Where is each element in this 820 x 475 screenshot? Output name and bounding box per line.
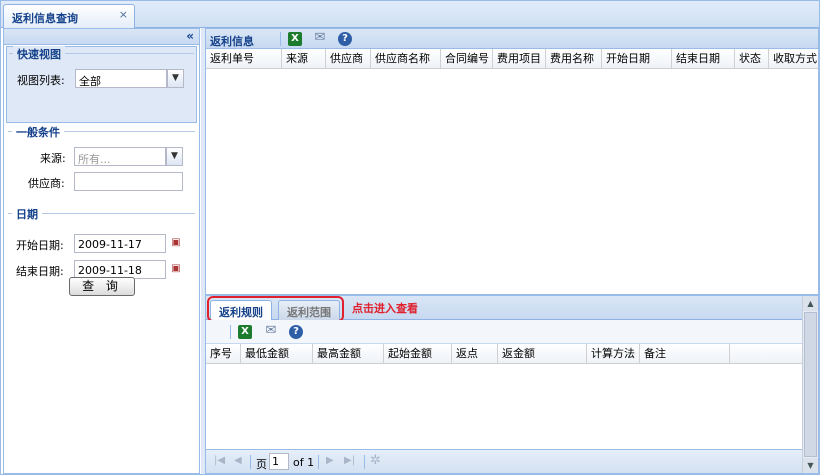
tab-rebate-query-label: 返利信息查询	[12, 12, 78, 25]
supplier-input[interactable]	[74, 172, 183, 191]
chevron-down-icon[interactable]: ▼	[167, 69, 184, 88]
quick-view-fieldset: 快速视图 视图列表: 全部 ▼	[6, 46, 197, 123]
general-conditions-legend: 一般条件	[12, 124, 64, 140]
paging-toolbar: |◀ ◀ 页 1 of 1 ▶ ▶| ✲	[206, 449, 802, 473]
tab-strip: 返利信息查询 ×	[1, 1, 819, 28]
source-label: 来源:	[40, 152, 66, 165]
chevron-down-icon[interactable]: ▼	[166, 147, 183, 166]
column-header[interactable]: 返利单号	[206, 49, 282, 69]
start-date-input[interactable]: 2009-11-17	[74, 234, 166, 253]
page-label: 页	[256, 458, 267, 471]
view-list-select[interactable]: 全部	[75, 69, 167, 88]
general-conditions-fieldset: 一般条件 来源: 所有... ▼ 供应商:	[6, 124, 197, 205]
column-header[interactable]: 状态	[735, 49, 769, 69]
annotation-circle	[207, 296, 344, 322]
column-header[interactable]: 收取方式	[769, 49, 819, 69]
start-date-label: 开始日期:	[16, 239, 64, 252]
quick-view-legend: 快速视图	[13, 46, 65, 62]
view-list-label: 视图列表:	[17, 74, 65, 87]
detail-panel: 返利规则 返利范围 点击进入查看 X ✉ ? 序号 最低金额 最高金额 起始金额…	[205, 295, 819, 474]
filter-panel-header: «	[4, 29, 199, 45]
close-icon[interactable]: ×	[119, 8, 128, 21]
supplier-label: 供应商:	[28, 177, 65, 190]
column-header[interactable]: 费用名称	[546, 49, 602, 69]
toolbar-separator	[230, 325, 231, 339]
rebate-info-panel: 返利信息 X ✉ ? 返利单号 来源 供应商 供应商名称 合同编号 费用项目 费…	[205, 28, 819, 295]
toolbar-separator	[280, 32, 281, 46]
column-header[interactable]: 最低金额	[241, 344, 313, 364]
toolbar-separator	[250, 455, 251, 469]
column-header[interactable]: 合同编号	[441, 49, 493, 69]
search-button[interactable]: 查 询	[69, 277, 135, 296]
scrollbar-track[interactable]	[804, 312, 817, 457]
column-header[interactable]: 备注	[640, 344, 730, 364]
scroll-down-icon[interactable]: ▼	[803, 458, 818, 473]
rules-grid-header: 序号 最低金额 最高金额 起始金额 返点 返金额 计算方法 备注	[206, 344, 818, 364]
page-number-input[interactable]: 1	[269, 453, 289, 470]
vertical-scrollbar[interactable]: ▲ ▼	[802, 296, 818, 473]
column-header[interactable]: 计算方法	[587, 344, 640, 364]
column-header[interactable]: 来源	[282, 49, 326, 69]
last-page-icon[interactable]: ▶|	[344, 455, 355, 466]
first-page-icon[interactable]: |◀	[214, 455, 225, 466]
mail-icon[interactable]: ✉	[264, 324, 278, 339]
collapse-left-icon[interactable]: «	[186, 29, 194, 43]
column-header[interactable]: 返金额	[498, 344, 587, 364]
prev-page-icon[interactable]: ◀	[234, 455, 242, 466]
app-window: 返利信息查询 × « 快速视图 视图列表: 全部 ▼ 一般条件 来源: 所有..…	[0, 0, 820, 475]
calendar-icon[interactable]: ▣	[168, 235, 184, 252]
filter-panel: « 快速视图 视图列表: 全部 ▼ 一般条件 来源: 所有... ▼ 供应商: …	[3, 28, 200, 474]
column-header[interactable]: 起始金额	[384, 344, 452, 364]
next-page-icon[interactable]: ▶	[326, 455, 334, 466]
detail-tab-strip: 返利规则 返利范围 点击进入查看	[206, 296, 818, 322]
rebate-info-toolbar: 返利信息 X ✉ ?	[206, 29, 818, 49]
scroll-up-icon[interactable]: ▲	[803, 296, 818, 311]
help-icon[interactable]: ?	[289, 325, 303, 339]
detail-toolbar: X ✉ ?	[206, 320, 818, 344]
column-header[interactable]: 结束日期	[672, 49, 735, 69]
column-header[interactable]: 开始日期	[602, 49, 672, 69]
date-legend: 日期	[12, 206, 42, 222]
panel-title: 返利信息	[210, 35, 254, 48]
calendar-icon[interactable]: ▣	[168, 261, 184, 278]
toolbar-separator	[364, 455, 365, 469]
excel-export-icon[interactable]: X	[238, 325, 252, 339]
column-header[interactable]: 费用项目	[493, 49, 546, 69]
column-header[interactable]: 序号	[206, 344, 241, 364]
rebate-grid-header: 返利单号 来源 供应商 供应商名称 合同编号 费用项目 费用名称 开始日期 结束…	[206, 49, 818, 69]
source-select[interactable]: 所有...	[74, 147, 166, 166]
page-count-label: of 1	[293, 456, 315, 469]
help-icon[interactable]: ?	[338, 32, 352, 46]
column-header[interactable]: 返点	[452, 344, 498, 364]
column-header[interactable]: 最高金额	[313, 344, 384, 364]
refresh-icon[interactable]: ✲	[370, 453, 381, 468]
column-header[interactable]: 供应商名称	[371, 49, 441, 69]
excel-export-icon[interactable]: X	[288, 32, 302, 46]
end-date-label: 结束日期:	[16, 265, 64, 278]
mail-icon[interactable]: ✉	[313, 31, 327, 46]
column-header[interactable]: 供应商	[326, 49, 371, 69]
toolbar-separator	[318, 455, 319, 469]
tab-rebate-query[interactable]: 返利信息查询 ×	[3, 4, 135, 28]
annotation-note: 点击进入查看	[352, 302, 418, 315]
